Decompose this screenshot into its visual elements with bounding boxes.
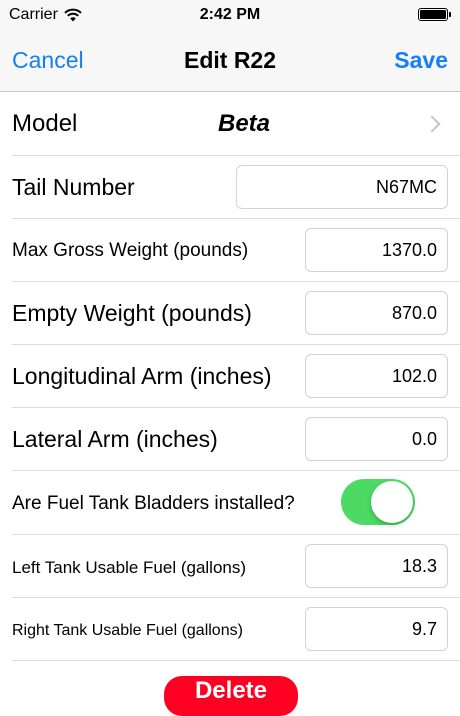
- empty-weight-label: Empty Weight (pounds): [12, 300, 252, 326]
- chevron-right-icon: [423, 115, 441, 133]
- status-time: 2:42 PM: [199, 6, 261, 23]
- toggle-knob: [371, 481, 413, 523]
- lateral-arm-field[interactable]: 0.0: [305, 417, 448, 461]
- longitudinal-arm-label: Longitudinal Arm (inches): [12, 363, 272, 389]
- fuel-bladders-label: Are Fuel Tank Bladders installed?: [12, 493, 295, 514]
- empty-weight-row: Empty Weight (pounds) 870.0: [0, 282, 460, 344]
- fuel-bladders-row: Are Fuel Tank Bladders installed?: [0, 471, 460, 534]
- max-gross-weight-field[interactable]: 1370.0: [305, 228, 448, 272]
- lateral-arm-label: Lateral Arm (inches): [12, 426, 218, 452]
- empty-weight-field[interactable]: 870.0: [305, 291, 448, 335]
- delete-button[interactable]: Delete: [164, 676, 298, 716]
- fuel-bladders-toggle[interactable]: [341, 479, 415, 525]
- left-tank-row: Left Tank Usable Fuel (gallons) 18.3: [0, 535, 460, 597]
- right-tank-label: Right Tank Usable Fuel (gallons): [12, 622, 243, 639]
- longitudinal-arm-row: Longitudinal Arm (inches) 102.0: [0, 345, 460, 407]
- left-tank-field[interactable]: 18.3: [305, 544, 448, 588]
- left-tank-label: Left Tank Usable Fuel (gallons): [12, 558, 247, 577]
- lateral-arm-row: Lateral Arm (inches) 0.0: [0, 408, 460, 470]
- battery-icon: [418, 8, 451, 21]
- right-tank-row: Right Tank Usable Fuel (gallons) 9.7: [0, 598, 460, 660]
- page-title: Edit R22: [183, 47, 277, 73]
- right-tank-field[interactable]: 9.7: [305, 607, 448, 651]
- status-bar: Carrier 2:42 PM: [0, 0, 460, 30]
- navigation-bar: Cancel Edit R22 Save: [0, 30, 460, 92]
- save-button[interactable]: Save: [394, 47, 448, 74]
- row-separator: [12, 660, 460, 661]
- model-label: Model: [12, 110, 78, 137]
- tail-number-label: Tail Number: [12, 174, 135, 200]
- model-row[interactable]: Model Beta: [0, 92, 460, 155]
- tail-number-row: Tail Number N67MC: [0, 156, 460, 218]
- longitudinal-arm-field[interactable]: 102.0: [305, 354, 448, 398]
- model-value: Beta: [218, 110, 271, 137]
- max-gross-weight-label: Max Gross Weight (pounds): [12, 240, 249, 261]
- max-gross-weight-row: Max Gross Weight (pounds) 1370.0: [0, 219, 460, 281]
- tail-number-field[interactable]: N67MC: [236, 165, 448, 209]
